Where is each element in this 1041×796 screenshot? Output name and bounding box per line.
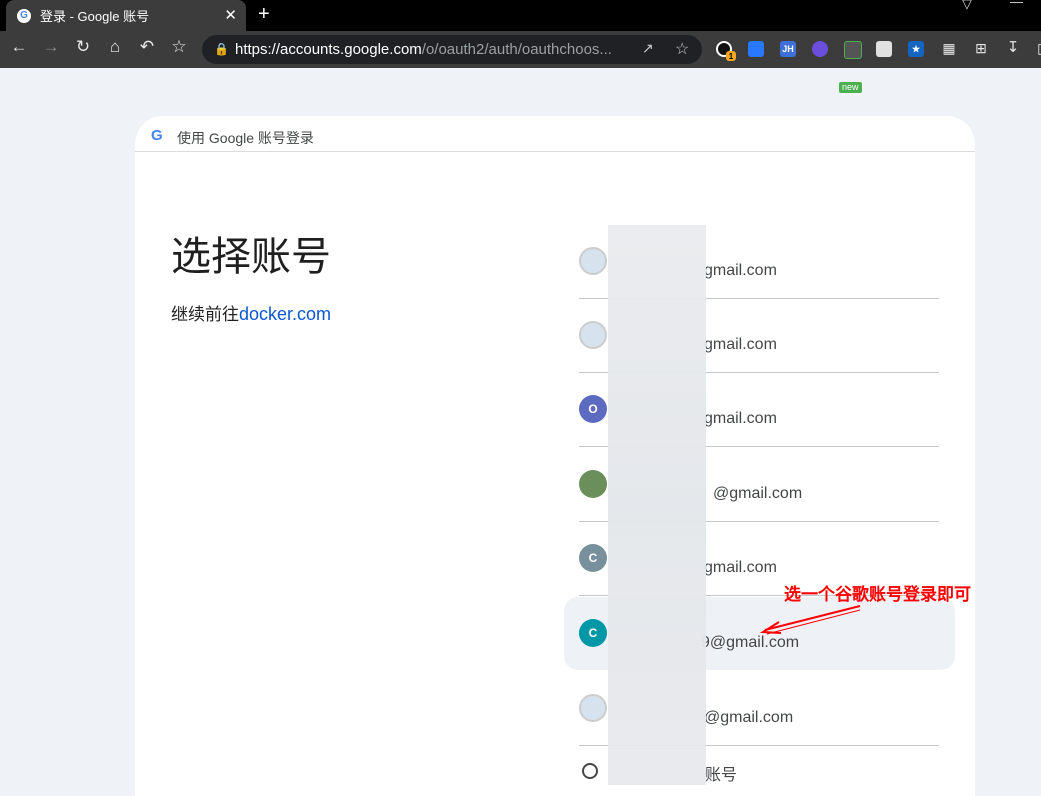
card-header: G 使用 Google 账号登录 <box>135 116 975 152</box>
signin-card: G 使用 Google 账号登录 选择账号 继续前往docker.com gma… <box>135 116 975 796</box>
avatar <box>579 247 607 275</box>
tab-title: 登录 - Google 账号 <box>40 9 150 24</box>
account-email: @gmail.com <box>713 485 803 502</box>
tab-close-icon[interactable]: ✕ <box>224 6 237 24</box>
lock-icon: 🔒 <box>214 42 229 56</box>
new-badge: new <box>839 82 862 93</box>
account-email: gmail.com <box>704 262 777 279</box>
extension-2-icon[interactable] <box>748 41 764 57</box>
page-title: 选择账号 <box>171 234 331 280</box>
avatar <box>579 470 607 498</box>
continue-text: 继续前往docker.com <box>171 304 332 324</box>
avatar <box>579 694 607 722</box>
extension-6-icon[interactable] <box>876 41 892 57</box>
url-text: https://accounts.google.com/o/oauth2/aut… <box>235 41 612 58</box>
google-favicon-icon: G <box>17 8 31 23</box>
reload-icon[interactable]: ↻ <box>72 37 94 57</box>
crop-icon[interactable]: ⊞ <box>970 40 992 57</box>
download-icon[interactable]: ↧ <box>1002 38 1024 56</box>
account-email: gmail.com <box>704 410 777 427</box>
side-panel-icon[interactable]: ▯ <box>1030 40 1041 57</box>
avatar <box>579 321 607 349</box>
star-icon[interactable]: ☆ <box>675 39 689 59</box>
avatar: C <box>579 544 607 572</box>
browser-title-bar: G 登录 - Google 账号 ✕ + ▽ — <box>0 0 1041 31</box>
back-arrow-icon[interactable]: ← <box>8 37 30 57</box>
tab-search-icon[interactable]: ▽ <box>962 0 972 12</box>
google-logo-icon: G <box>151 127 163 144</box>
use-another-account-label: 账号 <box>705 767 738 784</box>
extension-5-icon[interactable] <box>844 41 862 59</box>
browser-toolbar: ← → ↻ ⌂ ↶ ☆ 🔒 https://accounts.google.co… <box>0 31 1041 93</box>
account-email: gmail.com <box>704 336 777 353</box>
extensions-puzzle-icon[interactable]: ▦ <box>938 40 960 57</box>
bookmark-star-icon[interactable]: ☆ <box>168 37 190 57</box>
extension-badge: 1 <box>726 51 736 61</box>
home-icon[interactable]: ⌂ <box>104 37 126 57</box>
forward-arrow-icon[interactable]: → <box>40 37 62 57</box>
new-tab-button[interactable]: + <box>258 3 270 26</box>
extension-4-icon[interactable] <box>812 41 828 57</box>
avatar: O <box>579 395 607 423</box>
account-email: gmail.com <box>704 559 777 576</box>
card-header-text: 使用 Google 账号登录 <box>177 130 314 146</box>
undo-icon[interactable]: ↶ <box>136 37 158 57</box>
annotation-arrow-icon <box>759 605 861 635</box>
browser-tab[interactable]: G 登录 - Google 账号 ✕ <box>6 0 246 31</box>
account-circle-icon <box>582 763 598 779</box>
extension-star-icon[interactable]: ★ <box>908 41 924 57</box>
extension-jh-icon[interactable]: JH <box>780 41 796 57</box>
account-email: @gmail.com <box>704 709 794 726</box>
avatar: C <box>579 619 607 647</box>
privacy-blur-overlay <box>608 225 706 785</box>
continue-link[interactable]: docker.com <box>239 304 331 324</box>
address-bar[interactable]: 🔒 https://accounts.google.com/o/oauth2/a… <box>202 35 702 64</box>
minimize-icon[interactable]: — <box>1010 0 1023 9</box>
share-icon[interactable]: ↗ <box>642 40 654 57</box>
